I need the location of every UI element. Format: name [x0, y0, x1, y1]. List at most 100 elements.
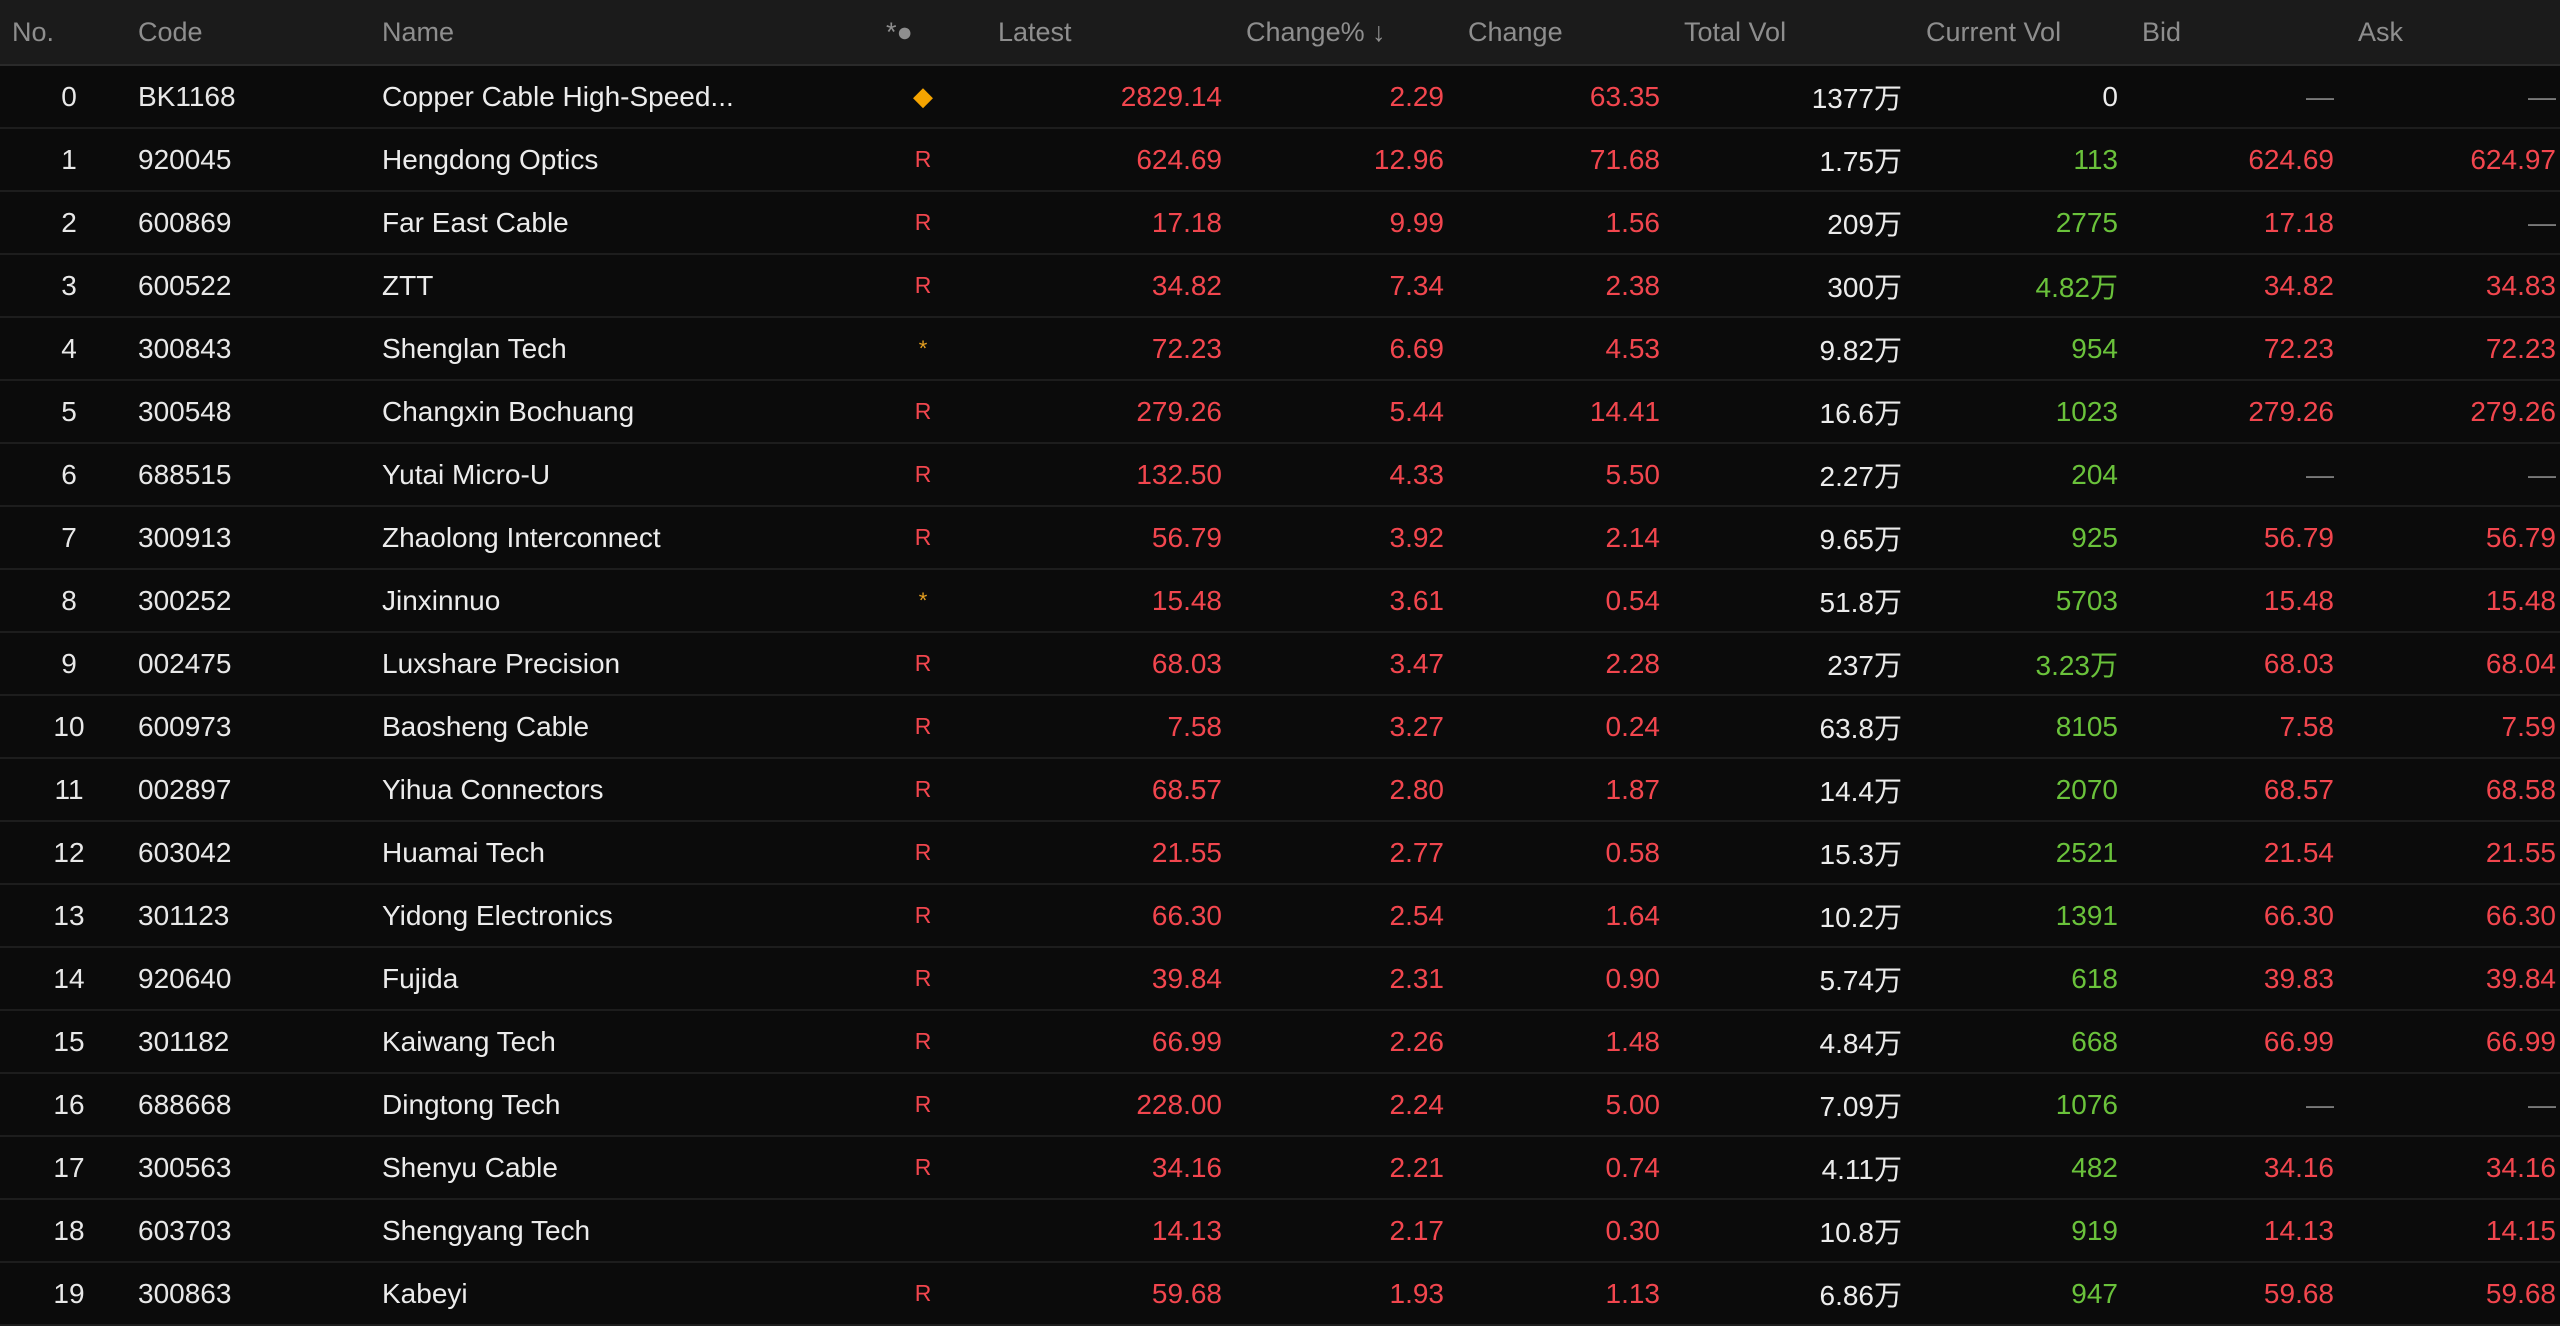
latest-price: 132.50 [998, 443, 1246, 507]
table-row[interactable]: 8 300252 Jinxinnuo * 15.48 3.61 0.54 51.8万 5703 1… [0, 569, 2560, 633]
bid-price: 68.03 [2142, 632, 2358, 696]
stock-code: 300252 [138, 569, 382, 633]
stock-code: 920640 [138, 947, 382, 1011]
total-volume: 4.11万 [1684, 1136, 1926, 1200]
ask-price: — [2358, 443, 2560, 507]
bid-price: 34.82 [2142, 254, 2358, 318]
table-row[interactable]: 3 600522 ZTT R 34.82 7.34 2.38 300万 4.82万 34.82 34… [0, 254, 2560, 318]
current-volume: 954 [1926, 317, 2142, 381]
table-row[interactable]: 14 920640 Fujida R 39.84 2.31 0.90 5.74万 618 39.8… [0, 947, 2560, 1011]
flag-cell: R [848, 1136, 998, 1200]
bid-price: 17.18 [2142, 191, 2358, 255]
r-badge: R [914, 839, 932, 865]
change-amount: 2.14 [1468, 506, 1684, 570]
latest-price: 7.58 [998, 695, 1246, 759]
table-row[interactable]: 13 301123 Yidong Electronics R 66.30 2.54 1.64… [0, 884, 2560, 948]
latest-price: 2829.14 [998, 65, 1246, 129]
flag-cell: ◆ [848, 65, 998, 129]
column-header-current-vol[interactable]: Current Vol [1926, 0, 2142, 66]
latest-price: 228.00 [998, 1073, 1246, 1137]
ask-price: — [2358, 1073, 2560, 1137]
column-header-flag[interactable]: *● [848, 0, 998, 66]
flag-cell: R [848, 632, 998, 696]
table-row[interactable]: 0 BK1168 Copper Cable High-Speed... ◆ 2829.1… [0, 65, 2560, 129]
ask-price: 66.30 [2358, 884, 2560, 948]
row-index: 0 [0, 65, 138, 129]
table-row[interactable]: 15 301182 Kaiwang Tech R 66.99 2.26 1.48 4.84万 6… [0, 1010, 2560, 1074]
row-index: 17 [0, 1136, 138, 1200]
table-row[interactable]: 2 600869 Far East Cable R 17.18 9.99 1.56 209万 2… [0, 191, 2560, 255]
column-header-bid[interactable]: Bid [2142, 0, 2358, 66]
total-volume: 9.82万 [1684, 317, 1926, 381]
change-percent: 9.99 [1246, 191, 1468, 255]
stock-name: Luxshare Precision [382, 632, 848, 696]
column-header-no[interactable]: No. [0, 0, 138, 66]
total-volume: 209万 [1684, 191, 1926, 255]
bid-price: 14.13 [2142, 1199, 2358, 1263]
column-header-total-vol[interactable]: Total Vol [1684, 0, 1926, 66]
column-header-code[interactable]: Code [138, 0, 382, 66]
change-percent: 2.31 [1246, 947, 1468, 1011]
bid-price: 59.68 [2142, 1262, 2358, 1326]
ask-price: 72.23 [2358, 317, 2560, 381]
table-row[interactable]: 7 300913 Zhaolong Interconnect R 56.79 3.92 2.… [0, 506, 2560, 570]
stock-code: 920045 [138, 128, 382, 192]
stock-code: BK1168 [138, 65, 382, 129]
total-volume: 237万 [1684, 632, 1926, 696]
table-row[interactable]: 5 300548 Changxin Bochuang R 279.26 5.44 14.41… [0, 380, 2560, 444]
change-amount: 71.68 [1468, 128, 1684, 192]
change-amount: 63.35 [1468, 65, 1684, 129]
stock-name: Shenglan Tech [382, 317, 848, 381]
total-volume: 16.6万 [1684, 380, 1926, 444]
ask-price: 59.68 [2358, 1262, 2560, 1326]
table-row[interactable]: 16 688668 Dingtong Tech R 228.00 2.24 5.00 7.09… [0, 1073, 2560, 1137]
column-header-change[interactable]: Change [1468, 0, 1684, 66]
table-row[interactable]: 18 603703 Shengyang Tech 14.13 2.17 0.30 10.8万… [0, 1199, 2560, 1263]
table-row[interactable]: 9 002475 Luxshare Precision R 68.03 3.47 2.28 2… [0, 632, 2560, 696]
r-badge: R [914, 272, 932, 298]
bid-price: 7.58 [2142, 695, 2358, 759]
column-header-change-pct[interactable]: Change% ↓ [1246, 0, 1468, 66]
table-row[interactable]: 1 920045 Hengdong Optics R 624.69 12.96 71.68 1… [0, 128, 2560, 192]
flag-cell: R [848, 1010, 998, 1074]
table-row[interactable]: 19 300863 Kabeyi R 59.68 1.93 1.13 6.86万 947 59.6… [0, 1262, 2560, 1326]
r-badge: R [914, 713, 932, 739]
change-amount: 5.50 [1468, 443, 1684, 507]
current-volume: 2775 [1926, 191, 2142, 255]
column-header-name[interactable]: Name [382, 0, 848, 66]
total-volume: 15.3万 [1684, 821, 1926, 885]
flag-cell: R [848, 506, 998, 570]
bid-price: 56.79 [2142, 506, 2358, 570]
table-row[interactable]: 10 600973 Baosheng Cable R 7.58 3.27 0.24 63.8万… [0, 695, 2560, 759]
latest-price: 59.68 [998, 1262, 1246, 1326]
latest-price: 17.18 [998, 191, 1246, 255]
total-volume: 63.8万 [1684, 695, 1926, 759]
row-index: 10 [0, 695, 138, 759]
row-index: 14 [0, 947, 138, 1011]
table-row[interactable]: 11 002897 Yihua Connectors R 68.57 2.80 1.87 14… [0, 758, 2560, 822]
stock-quote-table: No. Code Name *● Latest Change% ↓ Change… [0, 0, 2560, 1326]
row-index: 6 [0, 443, 138, 507]
change-percent: 3.92 [1246, 506, 1468, 570]
bid-price: 72.23 [2142, 317, 2358, 381]
table-row[interactable]: 6 688515 Yutai Micro-U R 132.50 4.33 5.50 2.27万… [0, 443, 2560, 507]
r-badge: R [914, 1154, 932, 1180]
latest-price: 66.30 [998, 884, 1246, 948]
flag-cell: R [848, 1262, 998, 1326]
table-header-row: No. Code Name *● Latest Change% ↓ Change… [0, 0, 2560, 66]
table-row[interactable]: 4 300843 Shenglan Tech * 72.23 6.69 4.53 9.82万 9… [0, 317, 2560, 381]
column-header-latest[interactable]: Latest [998, 0, 1246, 66]
current-volume: 1391 [1926, 884, 2142, 948]
ask-price: 7.59 [2358, 695, 2560, 759]
bid-price: 279.26 [2142, 380, 2358, 444]
change-percent: 2.54 [1246, 884, 1468, 948]
latest-price: 279.26 [998, 380, 1246, 444]
flag-cell: R [848, 758, 998, 822]
change-amount: 1.64 [1468, 884, 1684, 948]
column-header-ask[interactable]: Ask [2358, 0, 2560, 66]
table-row[interactable]: 17 300563 Shenyu Cable R 34.16 2.21 0.74 4.11万 4… [0, 1136, 2560, 1200]
latest-price: 624.69 [998, 128, 1246, 192]
table-row[interactable]: 12 603042 Huamai Tech R 21.55 2.77 0.58 15.3万 25… [0, 821, 2560, 885]
change-percent: 3.27 [1246, 695, 1468, 759]
change-percent: 2.77 [1246, 821, 1468, 885]
